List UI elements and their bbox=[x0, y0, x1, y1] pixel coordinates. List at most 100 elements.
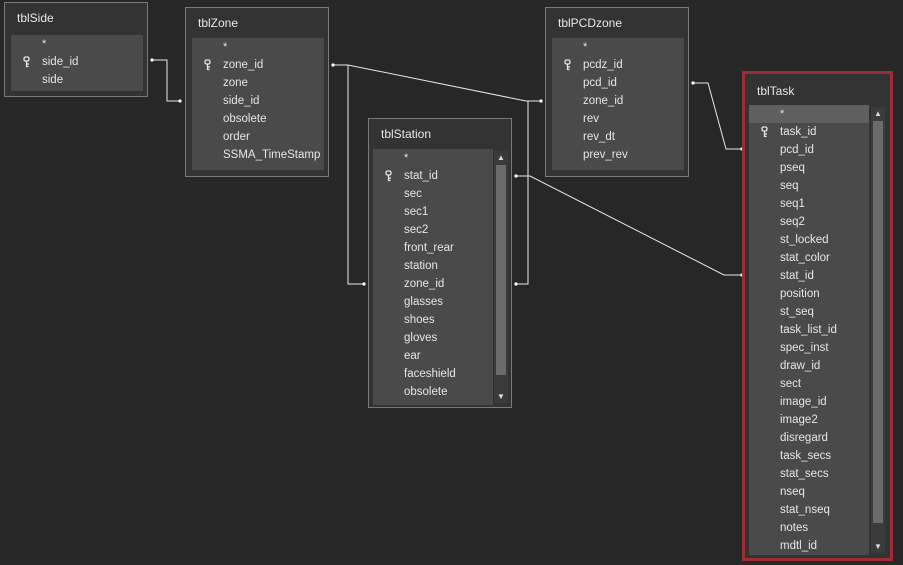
field-item[interactable]: order bbox=[192, 128, 324, 146]
field-label: * bbox=[42, 38, 47, 50]
field-item[interactable]: notes bbox=[749, 519, 869, 537]
field-item[interactable]: stat_nseq bbox=[749, 501, 869, 519]
field-item[interactable]: seq bbox=[749, 177, 869, 195]
field-label: rev bbox=[583, 113, 599, 125]
field-label: zone_id bbox=[583, 95, 624, 107]
field-list[interactable]: * task_id pcd_id pseq seq seq1 seq2 st_lockedst… bbox=[749, 105, 869, 555]
field-item[interactable]: shoes bbox=[373, 311, 493, 329]
field-item[interactable]: task_secs bbox=[749, 447, 869, 465]
field-item[interactable]: pcdz_id bbox=[552, 56, 684, 74]
field-label: task_list_id bbox=[780, 324, 837, 336]
table-title: tblZone bbox=[198, 16, 239, 30]
field-label: * bbox=[780, 108, 785, 120]
field-item[interactable]: position bbox=[749, 285, 869, 303]
table-tblTask[interactable]: tblTask * task_id pcd_id pseq seq seq1 seq2 st_… bbox=[742, 71, 893, 561]
field-item[interactable]: st_seq bbox=[749, 303, 869, 321]
field-item[interactable]: stat_secs bbox=[749, 465, 869, 483]
field-item[interactable]: gloves bbox=[373, 329, 493, 347]
field-all-columns[interactable]: * bbox=[11, 35, 143, 53]
field-item[interactable]: pcd_id bbox=[749, 141, 869, 159]
field-item[interactable]: pseq bbox=[749, 159, 869, 177]
scrollbar-thumb[interactable] bbox=[496, 165, 506, 375]
field-item[interactable]: obsolete bbox=[192, 110, 324, 128]
field-item[interactable]: rev bbox=[552, 110, 684, 128]
field-item[interactable]: sec2 bbox=[373, 221, 493, 239]
field-item[interactable]: faceshield bbox=[373, 365, 493, 383]
field-label: prev_rev bbox=[583, 149, 628, 161]
table-title: tblStation bbox=[381, 127, 432, 141]
field-label: obsolete bbox=[223, 113, 267, 125]
field-item[interactable]: prev_rev bbox=[552, 146, 684, 164]
field-item[interactable]: sec1 bbox=[373, 203, 493, 221]
field-item[interactable]: sec bbox=[373, 185, 493, 203]
field-label: st_locked bbox=[780, 234, 829, 246]
field-item[interactable]: spec_inst bbox=[749, 339, 869, 357]
field-item[interactable]: sect bbox=[749, 375, 869, 393]
field-item[interactable]: draw_id bbox=[749, 357, 869, 375]
field-all-columns[interactable]: * bbox=[552, 38, 684, 56]
field-item[interactable]: image_id bbox=[749, 393, 869, 411]
field-item[interactable]: image2 bbox=[749, 411, 869, 429]
field-item[interactable]: obsolete bbox=[373, 383, 493, 401]
field-item[interactable]: side_id bbox=[11, 53, 143, 71]
field-all-columns[interactable]: * bbox=[749, 105, 869, 123]
field-label: notes bbox=[780, 522, 809, 534]
table-tblPCDzone[interactable]: tblPCDzone * pcdz_id pcd_id zone_id rev rev_d… bbox=[545, 7, 689, 177]
key-icon bbox=[563, 59, 573, 71]
field-item[interactable]: station bbox=[373, 257, 493, 275]
table-tblZone[interactable]: tblZone * zone_idzone side_id obsolete order… bbox=[185, 7, 329, 177]
scroll-up-arrow-icon[interactable]: ▲ bbox=[871, 107, 885, 120]
field-item[interactable]: zone_id bbox=[373, 275, 493, 293]
field-item[interactable]: side_id bbox=[192, 92, 324, 110]
field-item[interactable]: st_locked bbox=[749, 231, 869, 249]
key-icon bbox=[203, 59, 213, 71]
scroll-down-arrow-icon[interactable]: ▼ bbox=[494, 390, 508, 403]
field-item[interactable]: side bbox=[11, 71, 143, 89]
field-item[interactable]: disregard bbox=[749, 429, 869, 447]
field-label: rev_dt bbox=[583, 131, 615, 143]
field-item[interactable]: zone_id bbox=[552, 92, 684, 110]
relationship-pcdzone-task bbox=[693, 82, 742, 150]
field-item[interactable]: ear bbox=[373, 347, 493, 365]
field-item[interactable]: glasses bbox=[373, 293, 493, 311]
field-item[interactable]: SSMA_TimeStamp bbox=[192, 146, 324, 164]
field-item[interactable]: stat_color bbox=[749, 249, 869, 267]
field-list: * zone_idzone side_id obsolete order SSMA_Tim… bbox=[192, 38, 324, 170]
field-item[interactable]: seq1 bbox=[749, 195, 869, 213]
table-title: tblSide bbox=[17, 11, 54, 25]
field-item[interactable]: stat_id bbox=[373, 167, 493, 185]
field-label: st_seq bbox=[780, 306, 814, 318]
field-all-columns[interactable]: * bbox=[373, 149, 493, 167]
scroll-down-arrow-icon[interactable]: ▼ bbox=[871, 540, 885, 553]
field-list[interactable]: * stat_id sec sec1 sec2 front_rear station zone… bbox=[373, 149, 493, 405]
field-label: SSMA_TimeStamp bbox=[223, 149, 321, 161]
field-label: * bbox=[223, 41, 228, 53]
key-icon bbox=[384, 170, 394, 182]
table-tblStation[interactable]: tblStation * stat_id sec sec1 sec2 front_rear… bbox=[368, 118, 512, 408]
field-item[interactable]: task_list_id bbox=[749, 321, 869, 339]
field-item[interactable]: front_rear bbox=[373, 239, 493, 257]
table-tblSide[interactable]: tblSide * side_idside bbox=[4, 2, 148, 97]
field-label: mdtl_id bbox=[780, 540, 818, 552]
field-item[interactable]: mdtl_id bbox=[749, 537, 869, 555]
scrollbar[interactable]: ▲ ▼ bbox=[493, 151, 508, 403]
field-label: side_id bbox=[42, 56, 79, 68]
field-all-columns[interactable]: * bbox=[192, 38, 324, 56]
field-item[interactable]: zone bbox=[192, 74, 324, 92]
field-item[interactable]: seq2 bbox=[749, 213, 869, 231]
field-label: zone bbox=[223, 77, 248, 89]
field-label: nseq bbox=[780, 486, 805, 498]
scrollbar-thumb[interactable] bbox=[873, 121, 883, 523]
relationship-side-zone bbox=[152, 59, 180, 102]
field-item[interactable]: zone_id bbox=[192, 56, 324, 74]
field-item[interactable]: rev_dt bbox=[552, 128, 684, 146]
field-item[interactable]: task_id bbox=[749, 123, 869, 141]
field-item[interactable]: nseq bbox=[749, 483, 869, 501]
field-label: draw_id bbox=[780, 360, 821, 372]
scroll-up-arrow-icon[interactable]: ▲ bbox=[494, 151, 508, 164]
scrollbar[interactable]: ▲ ▼ bbox=[870, 107, 885, 553]
field-label: ear bbox=[404, 350, 421, 362]
field-item[interactable]: stat_id bbox=[749, 267, 869, 285]
field-item[interactable]: pcd_id bbox=[552, 74, 684, 92]
key-icon bbox=[22, 56, 32, 68]
